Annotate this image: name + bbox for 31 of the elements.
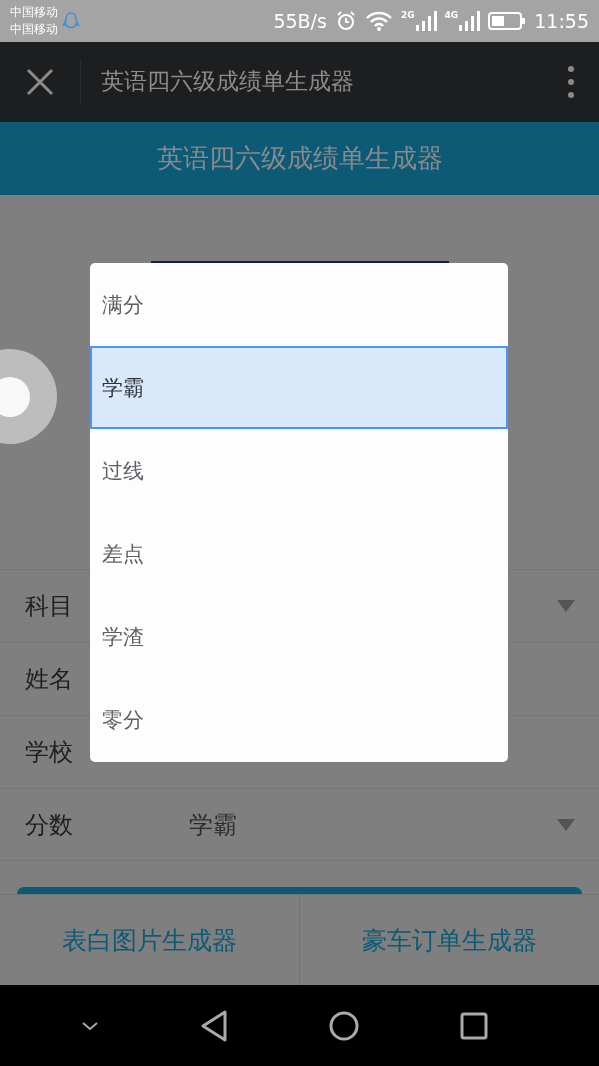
- wifi-icon: [364, 9, 393, 32]
- close-icon[interactable]: [26, 67, 54, 96]
- dropdown-arrow-icon: [557, 818, 575, 831]
- dialog-option[interactable]: 学渣: [90, 595, 508, 679]
- signal-icon: [458, 9, 481, 32]
- dialog-option[interactable]: 满分: [90, 263, 508, 347]
- network-type: 4G: [444, 9, 459, 20]
- dialog-option[interactable]: 学霸: [90, 346, 508, 430]
- battery-icon: [488, 10, 527, 31]
- network-speed: 55B/s: [273, 9, 327, 32]
- clock-time: 11:55: [534, 9, 589, 32]
- field-label: 姓名: [25, 664, 74, 696]
- field-label: 分数: [25, 809, 74, 841]
- penguin-icon: [62, 10, 80, 31]
- dialog-option[interactable]: 过线: [90, 429, 508, 513]
- recents-icon[interactable]: [459, 1010, 490, 1041]
- select-field[interactable]: 学霸: [189, 802, 575, 847]
- more-menu-icon[interactable]: [567, 64, 575, 99]
- network-type: 2G: [400, 9, 415, 20]
- dialog-option[interactable]: 零分: [90, 678, 508, 762]
- dialog-option[interactable]: 差点: [90, 512, 508, 596]
- field-label: 科目: [25, 591, 74, 623]
- field-label: 学校: [25, 737, 74, 769]
- carrier-name: 中国移动: [10, 20, 58, 38]
- home-icon[interactable]: [328, 1009, 361, 1042]
- signal-icon: [414, 9, 437, 32]
- header-title: 英语四六级成绩单生成器: [156, 141, 443, 175]
- carrier-name: 中国移动: [10, 3, 58, 21]
- select-value: 学霸: [189, 809, 237, 841]
- dropdown-arrow-icon: [557, 600, 575, 613]
- page-title: 英语四六级成绩单生成器: [101, 67, 355, 97]
